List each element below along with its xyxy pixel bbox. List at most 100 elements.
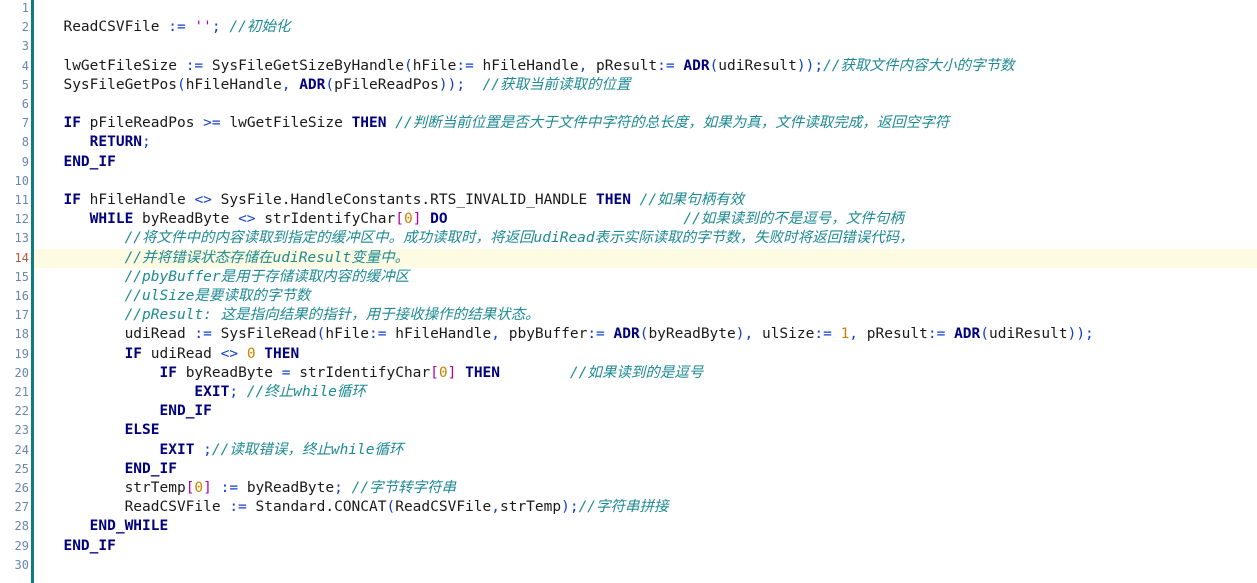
line-number-22[interactable]: 22 [0,402,29,421]
token-punc: ( [325,76,335,93]
line-number-16[interactable]: 16 [0,287,29,306]
line-number-gutter[interactable]: 1 2 3 4 5 6 7 8 9 10 11 12 13 14 15 16 17 18 19 20 21 22 23 24 2… [0,0,31,583]
token-plain: SysFileRead [211,326,317,343]
token-plain: ReadCSVFile [46,499,230,516]
code-line-29[interactable]: END_IF [34,537,1257,556]
line-number-29[interactable]: 29 [0,537,29,556]
line-number-17[interactable]: 17 [0,306,29,325]
line-number-3[interactable]: 3 [0,37,29,56]
line-number-30[interactable]: 30 [0,556,29,575]
code-line-22[interactable]: END_IF [34,402,1257,421]
line-number-12[interactable]: 12 [0,210,29,229]
line-number-18[interactable]: 18 [0,325,29,344]
code-line-21[interactable]: EXIT; //终止while循环 [34,383,1257,402]
line-number-1[interactable]: 1 [0,0,29,18]
line-number-7[interactable]: 7 [0,114,29,133]
line-number-27[interactable]: 27 [0,498,29,517]
code-line-15[interactable]: //pbyBuffer是用于存储读取内容的缓冲区 [34,268,1257,287]
token-op: := [657,57,675,74]
token-op: := [927,326,946,343]
line-number-11[interactable]: 11 [0,191,29,210]
line-number-23[interactable]: 23 [0,421,29,440]
code-line-12[interactable]: WHILE byReadByte <> strIdentifyChar[0] D… [34,210,1257,229]
line-number-4[interactable]: 4 [0,57,29,76]
token-kw: END_IF [63,153,116,170]
line-number-24[interactable]: 24 [0,441,29,460]
token-plain: pFileReadPos [80,115,204,132]
code-line-17[interactable]: //pResult: 这是指向结果的指针，用于接收操作的结果状态。 [34,306,1257,325]
line-number-20[interactable]: 20 [0,364,29,383]
code-line-27[interactable]: ReadCSVFile := Standard.CONCAT(ReadCSVFi… [34,498,1257,517]
token-plain: hFileHandle [80,192,195,208]
code-line-23[interactable]: ELSE [34,421,1257,440]
token-cmt: //字符串拼接 [578,499,669,516]
code-editor[interactable]: 1 2 3 4 5 6 7 8 9 10 11 12 13 14 15 16 17 18 19 20 21 22 23 24 2… [0,0,1257,583]
token-num: 1 [840,326,850,343]
line-number-6[interactable]: 6 [0,95,29,114]
token-plain: lwGetFileSize [46,57,186,74]
token-kw: THEN [465,364,501,381]
token-punc: , [578,57,597,74]
line-number-19[interactable]: 19 [0,345,29,364]
code-line-6[interactable] [34,95,1257,114]
line-number-25[interactable]: 25 [0,460,29,479]
line-number-21[interactable]: 21 [0,383,29,402]
token-kw: ADR [613,326,640,343]
code-line-7[interactable]: IF pFileReadPos >= lwGetFileSize THEN //… [34,114,1257,133]
code-line-24[interactable]: EXIT ;//读取错误，终止while循环 [34,441,1257,460]
code-line-14[interactable]: //并将错误状态存储在udiResult变量中。 [34,248,1257,268]
code-line-2[interactable]: ReadCSVFile := ''; //初始化 [34,18,1257,37]
line-number-8[interactable]: 8 [0,133,29,152]
token-punc: ); [561,499,579,516]
code-text-area[interactable]: ReadCSVFile := ''; //初始化 lwGetFileSize :… [34,0,1257,583]
line-number-28[interactable]: 28 [0,517,29,536]
code-line-8[interactable]: RETURN; [34,133,1257,152]
token-op: := [194,326,212,343]
line-number-13[interactable]: 13 [0,229,29,248]
token-cmt: //初始化 [229,19,291,36]
code-line-18[interactable]: udiRead := SysFileRead(hFile:= hFileHand… [34,325,1257,344]
line-number-10[interactable]: 10 [0,172,29,191]
line-number-5[interactable]: 5 [0,76,29,95]
token-cmt: //获取文件内容大小的字节数 [823,57,1015,74]
line-number-2[interactable]: 2 [0,18,29,37]
line-number-14[interactable]: 14 [0,249,29,268]
line-number-9[interactable]: 9 [0,153,29,172]
gutter-divider [31,0,34,583]
token-punc: , [491,499,500,516]
code-line-30[interactable] [34,556,1257,575]
code-line-16[interactable]: //ulSize是要读取的字节数 [34,287,1257,306]
token-op: := [220,480,239,496]
code-line-19[interactable]: IF udiRead <> 0 THEN [34,345,1257,364]
code-line-25[interactable]: END_IF [34,460,1257,479]
token-plain: strIdentifyChar [290,364,431,381]
token-punc: ( [386,499,396,516]
token-plain: udiRead [142,345,221,362]
code-line-1[interactable] [34,0,1257,18]
token-kw: RETURN [89,134,143,151]
code-line-3[interactable] [34,37,1257,56]
line-number-15[interactable]: 15 [0,268,29,287]
code-line-20[interactable]: IF byReadByte = strIdentifyChar[0] THEN … [34,364,1257,383]
code-line-9[interactable]: END_IF [34,153,1257,172]
token-plain: hFileHandle [386,326,492,343]
line-number-26[interactable]: 26 [0,479,29,498]
code-line-13[interactable]: //将文件中的内容读取到指定的缓冲区中。成功读取时，将返回udiRead表示实际… [34,229,1257,248]
code-line-5[interactable]: SysFileGetPos(hFileHandle, ADR(pFileRead… [34,76,1257,95]
token-kw: END_IF [159,403,212,420]
code-line-11[interactable]: IF hFileHandle <> SysFile.HandleConstant… [34,191,1257,210]
code-line-26[interactable]: strTemp[0] := byReadByte; //字节转字符串 [34,479,1257,498]
token-op: := [185,57,204,74]
code-line-10[interactable] [34,172,1257,191]
code-line-28[interactable]: END_WHILE [34,517,1257,536]
code-line-4[interactable]: lwGetFileSize := SysFileGetSizeByHandle(… [34,57,1257,76]
